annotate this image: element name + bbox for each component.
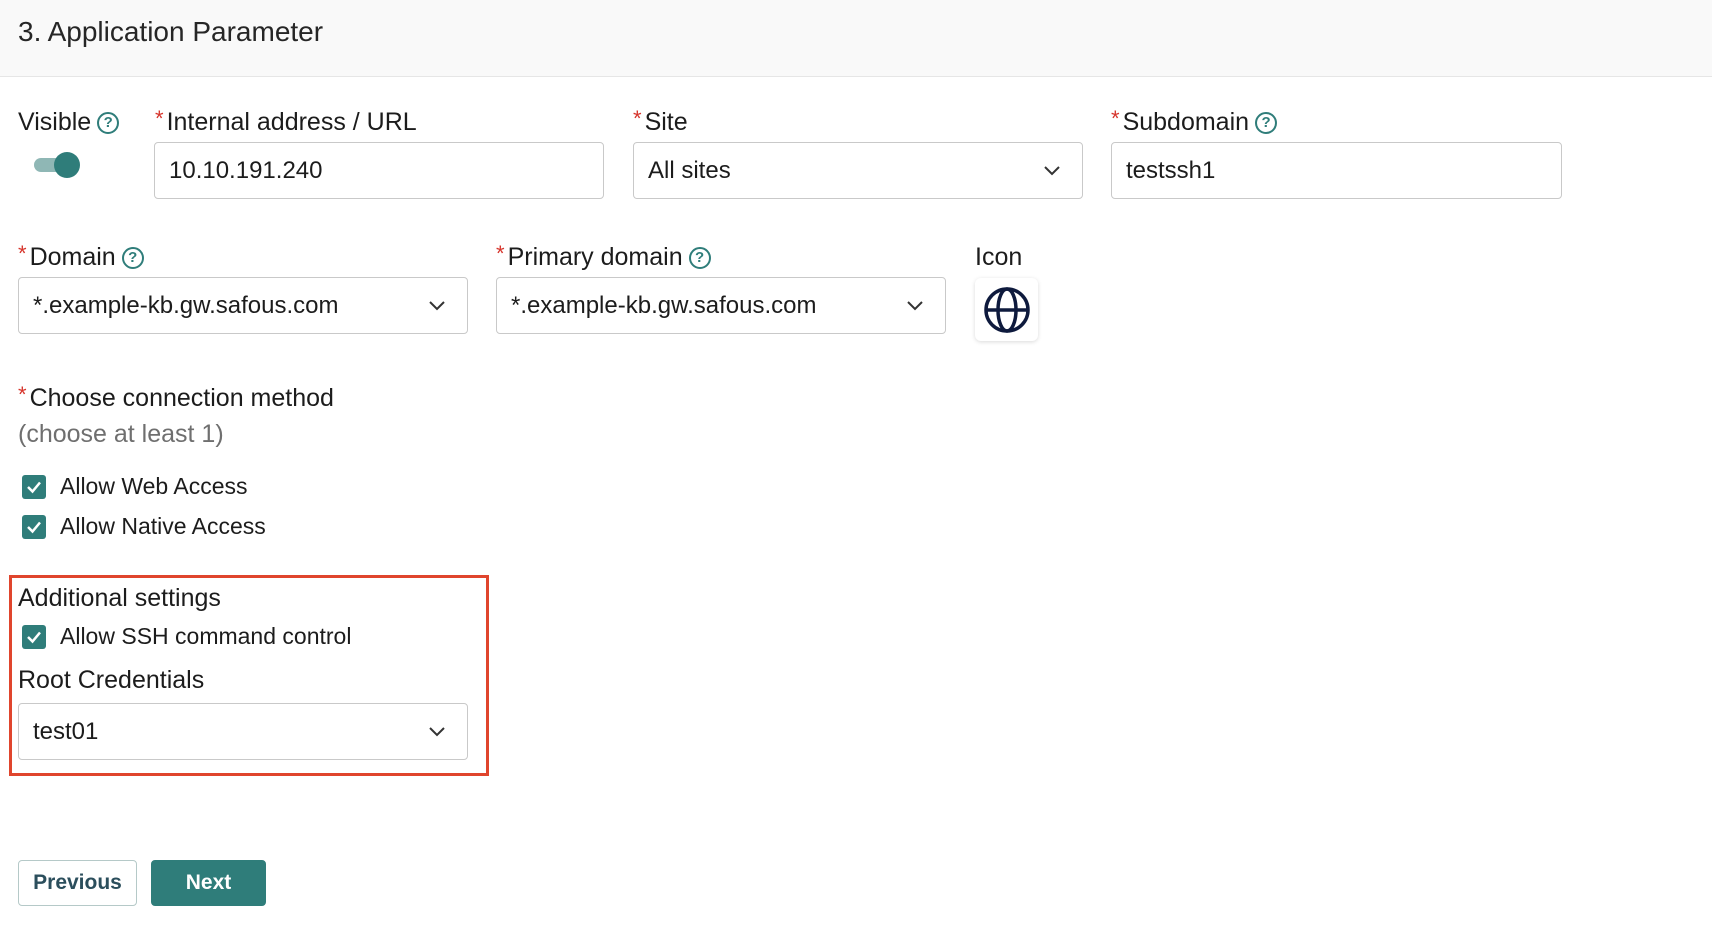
internal-address-label-row: * Internal address / URL — [155, 105, 417, 137]
root-credentials-select[interactable]: test01 — [18, 703, 468, 760]
site-value: All sites — [648, 156, 731, 184]
ssh-command-control-label: Allow SSH command control — [60, 623, 352, 649]
connection-method-label-row: * Choose connection method — [18, 381, 334, 413]
subdomain-value: testssh1 — [1126, 156, 1216, 184]
check-icon — [27, 481, 41, 493]
toggle-knob — [54, 152, 80, 178]
root-credentials-value: test01 — [33, 717, 99, 745]
checkbox-checked[interactable] — [22, 474, 46, 499]
site-label-row: * Site — [633, 105, 688, 137]
additional-settings-title-row: Additional settings — [18, 584, 221, 613]
help-icon[interactable]: ? — [97, 111, 120, 134]
primary-domain-label-row: * Primary domain ? — [496, 240, 711, 272]
visible-toggle[interactable] — [34, 152, 80, 178]
chevron-down-icon — [907, 301, 923, 311]
required-marker: * — [496, 240, 505, 266]
allow-native-access-label: Allow Native Access — [60, 513, 266, 539]
additional-settings-title: Additional settings — [18, 584, 221, 612]
internal-address-input[interactable]: 10.10.191.240 — [154, 142, 604, 199]
visible-label: Visible — [18, 108, 92, 136]
subdomain-input[interactable]: testssh1 — [1111, 142, 1562, 199]
help-icon[interactable]: ? — [688, 246, 711, 269]
domain-select[interactable]: *.example-kb.gw.safous.com — [18, 277, 468, 334]
required-marker: * — [155, 105, 164, 131]
domain-label-row: * Domain ? — [18, 240, 144, 272]
primary-domain-value: *.example-kb.gw.safous.com — [511, 291, 817, 319]
chevron-down-icon — [429, 301, 445, 311]
root-credentials-label: Root Credentials — [18, 666, 205, 694]
domain-label: Domain — [29, 243, 116, 271]
site-select[interactable]: All sites — [633, 142, 1083, 199]
checkbox-checked[interactable] — [22, 514, 46, 539]
ssh-command-control-checkbox[interactable]: Allow SSH command control — [22, 623, 351, 650]
subdomain-label-row: * Subdomain ? — [1111, 105, 1278, 137]
chevron-down-icon — [429, 727, 445, 737]
required-marker: * — [18, 240, 27, 266]
help-icon[interactable]: ? — [1255, 111, 1278, 134]
allow-web-access-checkbox[interactable]: Allow Web Access — [22, 473, 247, 500]
primary-domain-select[interactable]: *.example-kb.gw.safous.com — [496, 277, 946, 334]
previous-button[interactable]: Previous — [18, 860, 137, 906]
chevron-down-icon — [1044, 166, 1060, 176]
allow-native-access-checkbox[interactable]: Allow Native Access — [22, 513, 266, 540]
internal-address-value: 10.10.191.240 — [169, 156, 323, 184]
globe-icon — [983, 286, 1030, 333]
icon-label-row: Icon — [975, 243, 1022, 272]
next-button[interactable]: Next — [151, 860, 266, 906]
check-icon — [27, 521, 41, 533]
required-marker: * — [633, 105, 642, 131]
section-title: 3. Application Parameter — [18, 16, 324, 47]
site-label: Site — [644, 108, 688, 136]
check-icon — [27, 631, 41, 643]
icon-picker[interactable] — [975, 278, 1038, 341]
allow-web-access-label: Allow Web Access — [60, 473, 248, 499]
primary-domain-label: Primary domain — [507, 243, 683, 271]
subdomain-label: Subdomain — [1122, 108, 1250, 136]
visible-label-row: Visible ? — [18, 108, 120, 137]
root-credentials-label-row: Root Credentials — [18, 666, 204, 695]
connection-method-label: Choose connection method — [29, 384, 334, 412]
section-header: 3. Application Parameter — [0, 0, 1712, 77]
checkbox-checked[interactable] — [22, 624, 46, 649]
required-marker: * — [1111, 105, 1120, 131]
required-marker: * — [18, 381, 27, 407]
help-icon[interactable]: ? — [121, 246, 144, 269]
icon-label: Icon — [975, 243, 1023, 271]
connection-method-hint: (choose at least 1) — [18, 420, 224, 448]
internal-address-label: Internal address / URL — [166, 108, 417, 136]
domain-value: *.example-kb.gw.safous.com — [33, 291, 339, 319]
